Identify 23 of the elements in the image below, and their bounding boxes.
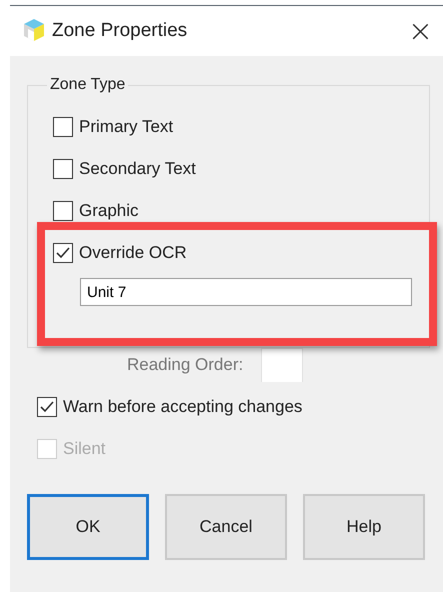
check-icon [55, 245, 71, 261]
checkbox[interactable] [53, 117, 73, 137]
checkbox-label: Silent [63, 439, 106, 459]
reading-order-field[interactable] [261, 348, 304, 382]
dialog-button[interactable]: Cancel [165, 494, 287, 560]
window-title: Zone Properties [52, 20, 188, 42]
checkbox[interactable] [37, 397, 57, 417]
checkbox-label: Override OCR [79, 243, 187, 263]
dialog-button[interactable]: Help [303, 494, 425, 560]
override-field[interactable]: Unit 7 [80, 278, 412, 306]
checkbox-label: Secondary Text [79, 159, 196, 179]
checkbox[interactable] [53, 201, 73, 221]
checkbox-label: Warn before accepting changes [63, 397, 302, 417]
checkbox-label: Primary Text [79, 117, 174, 137]
checkbox[interactable] [53, 243, 73, 263]
group-label: Zone Type [49, 76, 126, 94]
checkbox[interactable] [53, 159, 73, 179]
reading-order-label: Reading Order: [127, 355, 244, 375]
close-button[interactable]: × [404, 14, 437, 48]
dialog-button[interactable]: OK [27, 494, 149, 560]
checkbox-label: Graphic [79, 201, 139, 221]
cube-icon [22, 18, 46, 44]
check-icon [39, 399, 55, 415]
